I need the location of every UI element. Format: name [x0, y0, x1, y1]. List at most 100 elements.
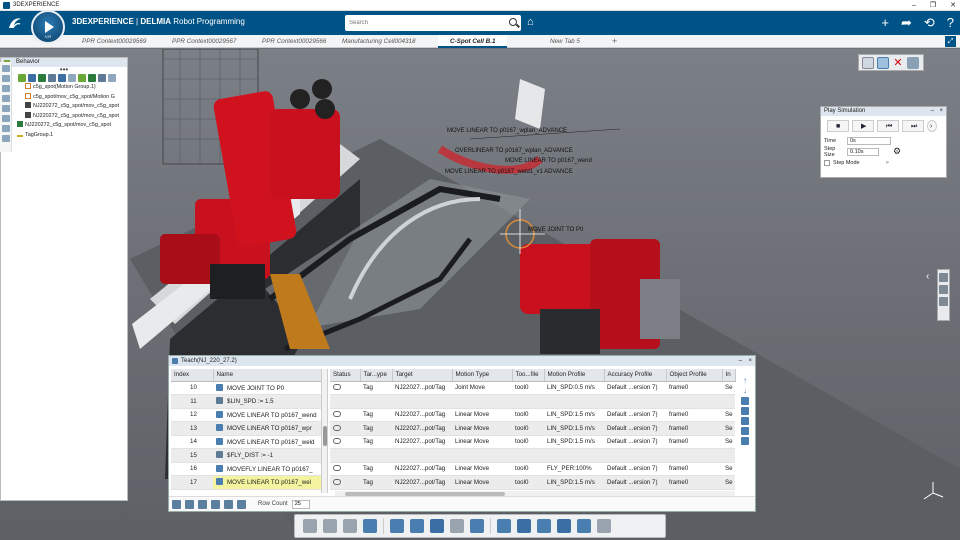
robot-tool-icon[interactable]: [390, 519, 404, 533]
close-icon[interactable]: ×: [748, 356, 752, 366]
robot-teach-icon[interactable]: [877, 56, 889, 69]
table-row[interactable]: 10 MOVE JOINT TO P0: [171, 381, 321, 395]
play-button[interactable]: ▶: [852, 120, 874, 132]
table-row[interactable]: 13 MOVE LINEAR TO p0167_wpr: [171, 421, 321, 436]
table-row[interactable]: 16 MOVEFLY LINEAR TO p0167_: [171, 462, 321, 476]
robot-select-icon[interactable]: [862, 56, 874, 69]
side-tool-icon[interactable]: [2, 125, 10, 132]
column-header-object-profile[interactable]: Object Profile: [666, 369, 723, 382]
gear-icon[interactable]: ⚙: [893, 146, 901, 157]
row-name[interactable]: MOVE LINEAR TO p0167_wpr: [213, 421, 321, 436]
column-header-target[interactable]: Target: [392, 369, 453, 382]
table-row[interactable]: Tag NJ22027...pot/Tag Linear Move tool0 LIN_…: [330, 475, 735, 490]
close-icon[interactable]: ×: [939, 107, 943, 116]
robot-tool-icon[interactable]: [410, 519, 424, 533]
side-tool-icon[interactable]: [2, 105, 10, 112]
behavior-header[interactable]: Behavior: [1, 58, 127, 67]
step-mode-checkbox[interactable]: [824, 159, 830, 166]
row-name[interactable]: $FLY_DIST := -1: [213, 448, 321, 463]
tab-new-tab-5[interactable]: New Tab 5: [550, 35, 580, 48]
footer-tool-icon[interactable]: [172, 499, 181, 509]
row-count-field[interactable]: [291, 499, 310, 509]
paste-icon[interactable]: [343, 519, 357, 533]
play-simulation-header[interactable]: Play Simulation – ×: [821, 107, 946, 116]
arrow-up-icon[interactable]: ↑: [741, 377, 749, 385]
step-back-button[interactable]: ⏮: [877, 120, 899, 132]
robot-tool-icon[interactable]: [537, 519, 551, 533]
robot-tool-icon[interactable]: [430, 519, 444, 533]
more-options-button[interactable]: ›: [927, 120, 937, 132]
new-tab-icon[interactable]: +: [612, 35, 617, 48]
column-header-status[interactable]: Status: [330, 369, 361, 382]
row-name[interactable]: MOVE LINEAR TO p0167_wend: [213, 408, 321, 422]
footer-tool-icon[interactable]: [224, 499, 233, 509]
tree-tool-icon[interactable]: [48, 74, 56, 82]
tab-ppr-context-29566[interactable]: PPR Context00029566: [262, 35, 326, 48]
search-input[interactable]: [349, 16, 499, 30]
column-header-in[interactable]: In: [722, 369, 736, 382]
tree-item[interactable]: c5g_spot/mov_c5g_spot/Motion G: [17, 92, 127, 103]
robot-tool-icon[interactable]: [450, 519, 464, 533]
table-row[interactable]: [330, 394, 735, 409]
step-forward-button[interactable]: ⏭: [902, 120, 924, 132]
collaborate-icon[interactable]: ⟲: [924, 15, 935, 30]
table-row[interactable]: Tag NJ22027...pot/Tag Linear Move tool0 LIN_…: [330, 421, 735, 436]
right-tool-icon[interactable]: [939, 273, 948, 282]
tree-tool-icon[interactable]: [108, 74, 116, 82]
right-tool-icon[interactable]: [939, 285, 948, 294]
footer-tool-icon[interactable]: [198, 499, 207, 509]
panel-splitter[interactable]: [321, 369, 328, 493]
tree-tool-icon[interactable]: [68, 74, 76, 82]
table-row[interactable]: Tag NJ22027...pot/Tag Linear Move tool0 LIN_…: [330, 435, 735, 449]
step-size-field[interactable]: 0.10s: [847, 147, 879, 156]
tree-tool-icon[interactable]: [38, 74, 46, 82]
teach-tool-icon[interactable]: [741, 427, 749, 435]
tree-item[interactable]: c5g_spot(Motion Group.1): [17, 83, 127, 93]
search-icon[interactable]: [509, 18, 517, 26]
expand-icon[interactable]: ⤢: [945, 36, 956, 47]
teach-header[interactable]: Teach(NJ_220_27.2) – ×: [169, 356, 755, 366]
insert-icon[interactable]: [741, 397, 749, 405]
robot-settings-icon[interactable]: [907, 56, 919, 69]
row-name[interactable]: MOVE LINEAR TO p0167_wel: [213, 475, 321, 490]
tree-item[interactable]: TagGroup.1: [17, 131, 127, 141]
time-field[interactable]: 0s: [847, 136, 891, 145]
side-tool-icon[interactable]: [2, 135, 10, 142]
tab-manufacturing-cell[interactable]: Manufacturing Cell004318: [342, 35, 416, 48]
restore-button[interactable]: ❐: [930, 0, 936, 11]
add-icon[interactable]: +: [881, 15, 889, 30]
tree-item[interactable]: NJ220272_c5g_spot/mov_c5g_spot: [17, 111, 127, 122]
side-tool-icon[interactable]: [2, 85, 10, 92]
column-header-motion-type[interactable]: Motion Type: [452, 369, 513, 382]
column-header-accuracy-profile[interactable]: Accuracy Profile: [604, 369, 667, 382]
column-header-index[interactable]: Index: [171, 369, 214, 382]
chevron-left-icon[interactable]: ‹: [4, 271, 7, 282]
share-icon[interactable]: ➦: [901, 15, 912, 30]
tag-icon[interactable]: ⌂: [527, 16, 534, 28]
undo-icon[interactable]: [363, 519, 377, 533]
double-chevron-icon[interactable]: »: [886, 160, 889, 166]
tab-ppr-context-29569[interactable]: PPR Context00029569: [82, 35, 146, 48]
side-tool-icon[interactable]: [2, 75, 10, 82]
arrow-down-icon[interactable]: ↓: [741, 387, 749, 395]
row-name[interactable]: MOVE JOINT TO P0: [213, 381, 321, 395]
stop-button[interactable]: ■: [827, 120, 849, 132]
table-row[interactable]: [330, 448, 735, 463]
column-header-motion-profile[interactable]: Motion Profile: [544, 369, 605, 382]
tree-tool-icon[interactable]: [98, 74, 106, 82]
side-tool-icon[interactable]: [2, 65, 10, 72]
compass-widget[interactable]: V,R: [31, 10, 65, 44]
table-row[interactable]: Tag NJ22027...pot/Tag Linear Move tool0 FLY_…: [330, 462, 735, 476]
robot-tool-icon[interactable]: [597, 519, 611, 533]
tree-tool-icon[interactable]: [58, 74, 66, 82]
teach-tool-icon[interactable]: [741, 437, 749, 445]
axis-triad-icon[interactable]: [921, 479, 945, 503]
table-row[interactable]: 14 MOVE LINEAR TO p0167_weld: [171, 435, 321, 449]
row-name[interactable]: $LIN_SPD := 1.5: [213, 394, 321, 409]
tree-item[interactable]: NJ220272_c5g_spot/mov_c5g_spot: [17, 121, 127, 131]
side-tool-icon[interactable]: [2, 95, 10, 102]
tree-tool-icon[interactable]: [28, 74, 36, 82]
robot-tool-icon[interactable]: [497, 519, 511, 533]
tree-item[interactable]: NJ220272_c5g_spot/mov_c5g_spot: [17, 102, 127, 112]
table-row[interactable]: 15 $FLY_DIST := -1: [171, 448, 321, 463]
